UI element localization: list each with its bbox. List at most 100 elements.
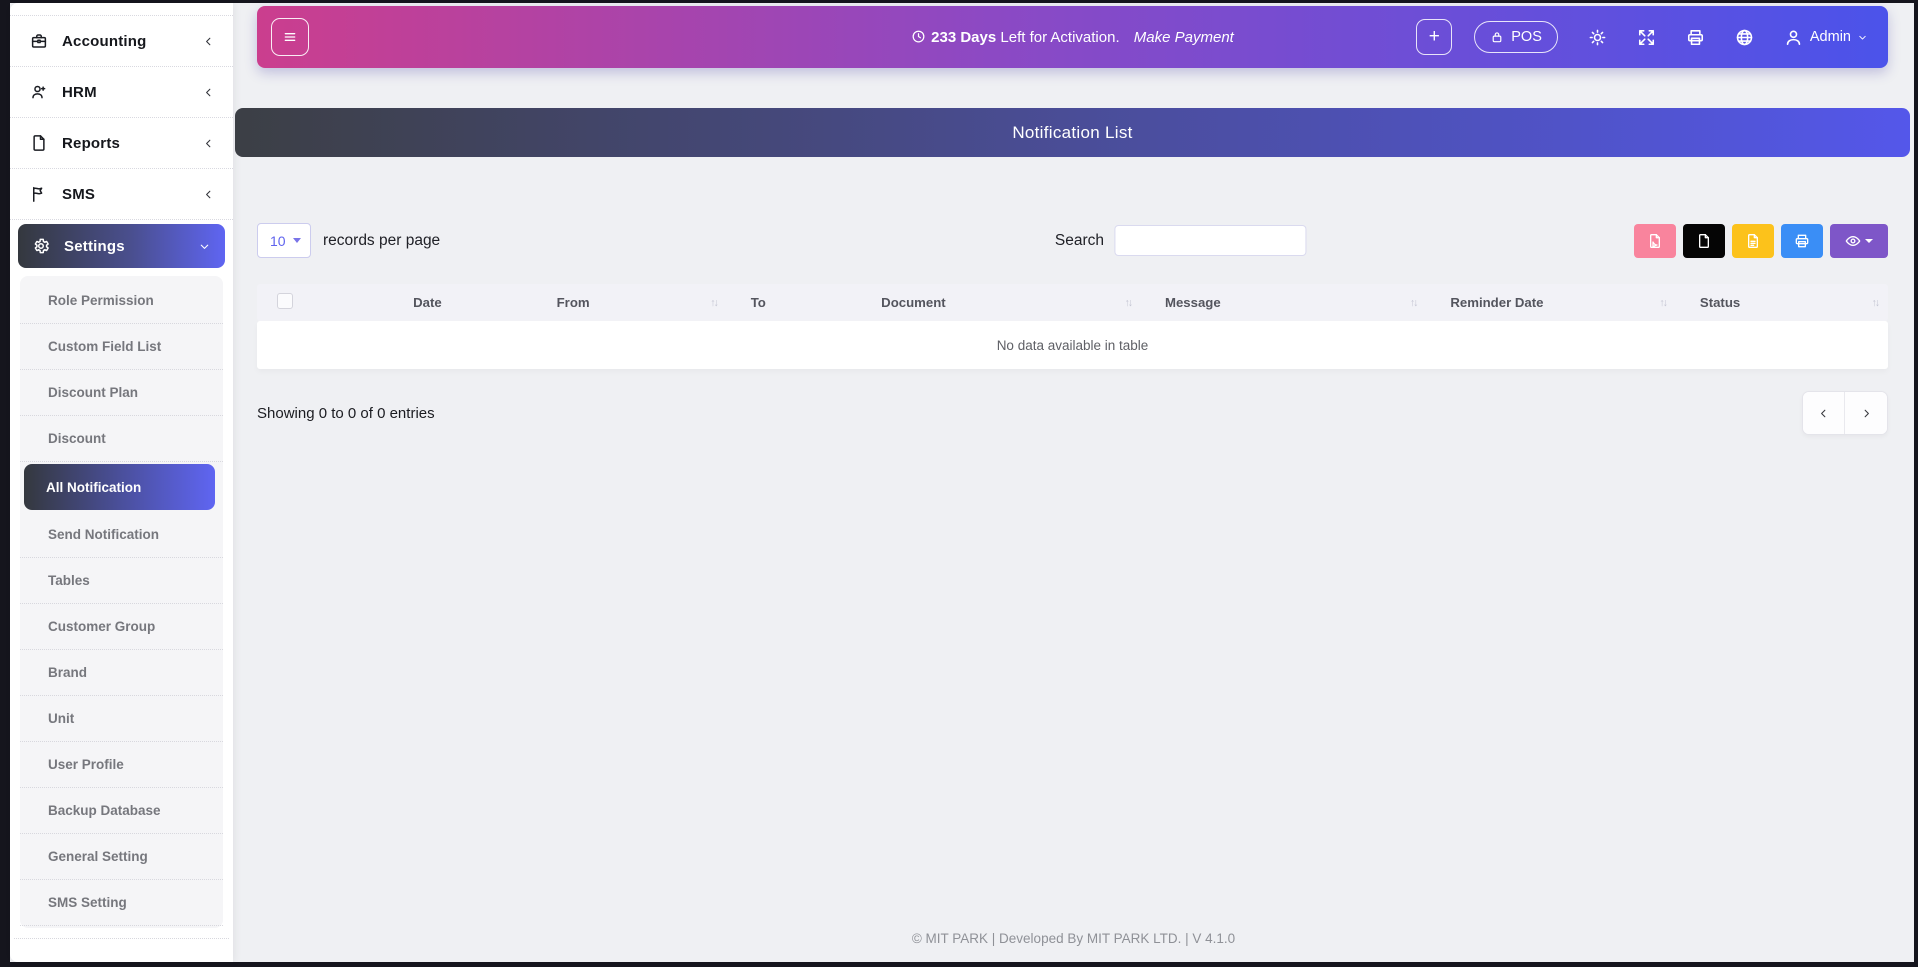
column-visibility-button[interactable]: [1830, 224, 1888, 258]
no-data-message: No data available in table: [257, 321, 1888, 369]
chevron-left-icon: [202, 86, 215, 99]
sidebar-item-backup-database[interactable]: Backup Database: [20, 788, 223, 834]
file-lines-icon: [1745, 233, 1761, 249]
print-icon: [1794, 233, 1810, 249]
report-icon: [30, 134, 48, 152]
sort-icon: ↑↓: [1659, 297, 1666, 309]
sidebar-item-send-notification[interactable]: Send Notification: [20, 512, 223, 558]
column-header-status[interactable]: Status↑↓: [1676, 284, 1888, 321]
make-payment-link[interactable]: Make Payment: [1134, 29, 1234, 46]
page-title: Notification List: [1012, 123, 1132, 143]
search-input[interactable]: [1114, 225, 1306, 256]
chevron-down-icon: [1857, 32, 1868, 43]
main-area: 233 Days Left for Activation. Make Payme…: [233, 3, 1914, 962]
add-new-button[interactable]: +: [1416, 19, 1452, 55]
sidebar-item-label: HRM: [62, 84, 97, 101]
clock-icon: [911, 29, 926, 44]
language-globe-icon[interactable]: [1735, 28, 1754, 47]
chevron-left-icon: [202, 188, 215, 201]
table-header-row: Date From↑↓ To Document↑↓ Message↑↓ Remi…: [257, 284, 1888, 321]
sidebar-item-label: Settings: [64, 238, 125, 255]
user-menu[interactable]: Admin: [1784, 28, 1868, 47]
page-size-value: 10: [270, 233, 286, 249]
print-button[interactable]: [1781, 224, 1823, 258]
sort-icon: ↑↓: [710, 297, 717, 309]
menu-icon: [282, 29, 298, 45]
export-buttons: [1634, 224, 1888, 258]
settings-submenu: Role Permission Custom Field List Discou…: [20, 276, 223, 928]
chevron-left-icon: [202, 35, 215, 48]
sidebar-divider: [14, 938, 229, 939]
pos-button[interactable]: POS: [1474, 21, 1558, 53]
previous-page-button[interactable]: [1803, 392, 1845, 434]
export-copy-button[interactable]: [1683, 224, 1725, 258]
sort-icon: ↑↓: [1124, 297, 1131, 309]
export-pdf-button[interactable]: [1634, 224, 1676, 258]
export-csv-button[interactable]: [1732, 224, 1774, 258]
caret-down-icon: [293, 238, 301, 243]
sidebar-item-sms-setting[interactable]: SMS Setting: [20, 880, 223, 926]
gear-icon: [32, 237, 50, 255]
sidebar-item-all-notification[interactable]: All Notification: [24, 464, 215, 510]
theme-toggle-sun-icon[interactable]: [1588, 28, 1607, 47]
sidebar-item-user-profile[interactable]: User Profile: [20, 742, 223, 788]
sidebar-item-sms[interactable]: SMS: [10, 169, 233, 220]
table-toolbar: 10 records per page Search: [257, 223, 1888, 258]
users-icon: [30, 83, 48, 101]
next-page-button[interactable]: [1845, 392, 1887, 434]
sidebar-item-discount-plan[interactable]: Discount Plan: [20, 370, 223, 416]
sidebar-item-customer-group[interactable]: Customer Group: [20, 604, 223, 650]
sidebar: Accounting HRM Reports SMS Settings: [10, 3, 233, 962]
sidebar-item-label: Accounting: [62, 33, 147, 50]
chevron-down-icon: [198, 240, 211, 253]
select-all-checkbox[interactable]: [277, 293, 293, 309]
search-label: Search: [1055, 232, 1104, 250]
sidebar-item-tables[interactable]: Tables: [20, 558, 223, 604]
caret-down-icon: [1865, 239, 1873, 243]
footer: © MIT PARK | Developed By MIT PARK LTD. …: [233, 931, 1914, 962]
briefcase-icon: [30, 32, 48, 50]
flag-icon: [30, 185, 48, 203]
sidebar-item-discount[interactable]: Discount: [20, 416, 223, 462]
sidebar-item-reports[interactable]: Reports: [10, 118, 233, 169]
lock-icon: [1490, 30, 1504, 44]
sidebar-item-label: Reports: [62, 135, 120, 152]
sort-icon: ↑↓: [1410, 297, 1417, 309]
column-header-from[interactable]: From↑↓: [533, 284, 727, 321]
sidebar-item-role-permission[interactable]: Role Permission: [20, 278, 223, 324]
column-header-date: Date: [389, 284, 533, 321]
activation-days: 233 Days: [931, 29, 996, 46]
sidebar-item-label: SMS: [62, 186, 95, 203]
sidebar-item-custom-field-list[interactable]: Custom Field List: [20, 324, 223, 370]
page-size-select[interactable]: 10: [257, 223, 311, 258]
user-menu-label: Admin: [1810, 29, 1851, 45]
pagination: [1802, 391, 1888, 435]
pdf-file-icon: [1647, 233, 1663, 249]
chevron-left-icon: [1817, 407, 1830, 420]
records-per-page-label: records per page: [323, 232, 440, 250]
pos-label: POS: [1511, 29, 1542, 45]
sidebar-item-hrm[interactable]: HRM: [10, 67, 233, 118]
sidebar-item-general-setting[interactable]: General Setting: [20, 834, 223, 880]
entries-summary: Showing 0 to 0 of 0 entries: [257, 405, 435, 422]
printer-icon[interactable]: [1686, 28, 1705, 47]
app-window: Accounting HRM Reports SMS Settings: [10, 3, 1914, 962]
column-header-to: To: [727, 284, 857, 321]
page-title-bar: Notification List: [235, 108, 1910, 157]
sidebar-item-unit[interactable]: Unit: [20, 696, 223, 742]
top-header-bar: 233 Days Left for Activation. Make Payme…: [257, 6, 1888, 68]
sidebar-item-brand[interactable]: Brand: [20, 650, 223, 696]
sort-icon: ↑↓: [1872, 297, 1879, 309]
activation-text: Left for Activation.: [1000, 29, 1119, 46]
column-header-document[interactable]: Document↑↓: [857, 284, 1141, 321]
chevron-right-icon: [1860, 407, 1873, 420]
fullscreen-icon[interactable]: [1637, 28, 1656, 47]
column-header-reminder-date[interactable]: Reminder Date↑↓: [1426, 284, 1676, 321]
chevron-left-icon: [202, 137, 215, 150]
column-header-message[interactable]: Message↑↓: [1141, 284, 1426, 321]
sidebar-item-accounting[interactable]: Accounting: [10, 16, 233, 67]
sidebar-toggle-button[interactable]: [271, 18, 309, 56]
sidebar-item-settings[interactable]: Settings: [18, 224, 225, 268]
user-icon: [1784, 28, 1803, 47]
copyright-text: © MIT PARK | Developed By MIT PARK LTD. …: [912, 931, 1235, 946]
